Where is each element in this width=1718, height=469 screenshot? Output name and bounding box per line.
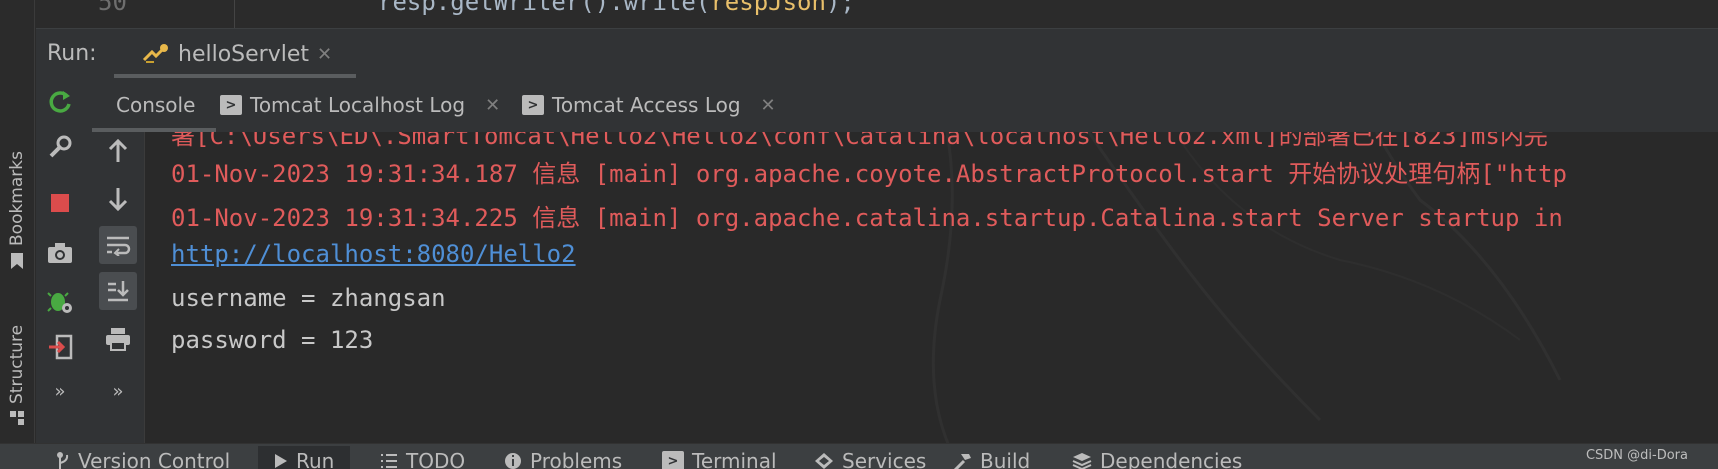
- log-icon: >: [522, 95, 544, 115]
- up-arrow-icon[interactable]: [101, 134, 135, 168]
- code-before: resp.getWriter().write(: [378, 0, 711, 16]
- bottom-bar-label: Build: [980, 449, 1031, 469]
- problems-button[interactable]: Problems: [504, 446, 622, 469]
- terminal-icon: >: [662, 451, 684, 469]
- tab-label: Console: [116, 93, 196, 117]
- hammer-icon: [953, 454, 971, 469]
- gutter-divider: [234, 0, 235, 28]
- services-icon: [815, 453, 833, 469]
- tomcat-icon: [142, 44, 168, 63]
- bottom-bar-label: Run: [296, 449, 335, 469]
- localhost-link[interactable]: http://localhost:8080/Hello2: [171, 240, 576, 268]
- debug-settings-icon[interactable]: [43, 284, 77, 318]
- code-arg: respJson: [710, 0, 826, 16]
- more-icon[interactable]: »: [101, 374, 135, 408]
- bookmarks-tab[interactable]: Bookmarks: [4, 120, 30, 270]
- exit-icon[interactable]: [43, 330, 77, 364]
- more-icon[interactable]: »: [43, 374, 77, 408]
- tab-label: Tomcat Localhost Log: [250, 93, 466, 117]
- services-button[interactable]: Services: [814, 446, 926, 469]
- wrench-icon[interactable]: [43, 130, 77, 164]
- close-icon[interactable]: ✕: [317, 44, 332, 65]
- run-config-name: helloServlet: [178, 41, 310, 67]
- bookmarks-label: Bookmarks: [7, 151, 27, 246]
- code-after: );: [825, 0, 855, 16]
- scroll-to-end-icon[interactable]: [99, 272, 137, 310]
- run-config-tab[interactable]: helloServlet ✕: [134, 33, 342, 75]
- console-line: username = zhangsan: [171, 284, 446, 312]
- bottom-bar-label: Version Control: [78, 449, 231, 469]
- bottom-bar-label: Problems: [530, 449, 623, 469]
- bottom-bar-label: TODO: [406, 449, 466, 469]
- branch-icon: [57, 452, 69, 469]
- todo-button[interactable]: TODO: [380, 446, 465, 469]
- structure-tab[interactable]: Structure: [4, 298, 30, 426]
- line-number: 50: [98, 0, 127, 16]
- close-icon[interactable]: ✕: [485, 95, 500, 116]
- tab-console[interactable]: Console: [116, 78, 195, 132]
- left-tool-strip: Bookmarks Structure: [0, 0, 35, 468]
- run-header: Run: helloServlet ✕: [36, 28, 1718, 79]
- editor-strip: 50 resp.getWriter().write(respJson);: [36, 0, 1718, 28]
- list-icon: [381, 454, 397, 468]
- tab-tomcat-localhost-log[interactable]: > Tomcat Localhost Log ✕: [220, 78, 500, 132]
- console-line: 01-Nov-2023 19:31:34.225 信息 [main] org.a…: [171, 204, 1563, 232]
- run-label: Run:: [47, 41, 97, 66]
- rerun-icon[interactable]: [43, 84, 77, 118]
- close-icon[interactable]: ✕: [761, 95, 776, 116]
- info-icon: [505, 453, 521, 469]
- console-actions-toolbar: »: [92, 78, 145, 443]
- dependencies-button[interactable]: Dependencies: [1072, 446, 1242, 469]
- console-tab-bar: Console > Tomcat Localhost Log ✕ > Tomca…: [92, 78, 1718, 132]
- stop-icon[interactable]: [43, 186, 77, 220]
- structure-icon: [10, 411, 24, 425]
- soft-wrap-icon[interactable]: [99, 226, 137, 264]
- print-icon[interactable]: [101, 322, 135, 356]
- console-line: 署[C:\Users\ED\.SmartTomcat\Hello2\Hello2…: [171, 132, 1548, 150]
- play-icon: [275, 454, 287, 468]
- tab-tomcat-access-log[interactable]: > Tomcat Access Log ✕: [522, 78, 776, 132]
- tab-label: Tomcat Access Log: [552, 93, 741, 117]
- console-line: password = 123: [171, 326, 374, 354]
- console-line: 01-Nov-2023 19:31:34.187 信息 [main] org.a…: [171, 160, 1567, 188]
- layers-icon: [1072, 453, 1092, 469]
- bookmark-icon: [11, 253, 23, 269]
- code-line[interactable]: resp.getWriter().write(respJson);: [378, 0, 855, 16]
- version-control-button[interactable]: Version Control: [56, 446, 230, 469]
- bottom-bar-label: Services: [842, 449, 927, 469]
- down-arrow-icon[interactable]: [101, 182, 135, 216]
- build-button[interactable]: Build: [952, 446, 1030, 469]
- run-actions-toolbar: »: [36, 78, 92, 443]
- bottom-bar-label: Dependencies: [1100, 449, 1243, 469]
- camera-icon[interactable]: [43, 236, 77, 270]
- watermark: CSDN @di-Dora: [1585, 448, 1688, 463]
- log-icon: >: [220, 95, 242, 115]
- bottom-bar-label: Terminal: [692, 449, 777, 469]
- structure-label: Structure: [7, 324, 27, 404]
- terminal-button[interactable]: > Terminal: [662, 446, 777, 469]
- bottom-tool-bar: Version Control Run TODO Problems > Term…: [0, 443, 1718, 469]
- console-output[interactable]: 署[C:\Users\ED\.SmartTomcat\Hello2\Hello2…: [145, 132, 1718, 443]
- run-button[interactable]: Run: [258, 446, 351, 469]
